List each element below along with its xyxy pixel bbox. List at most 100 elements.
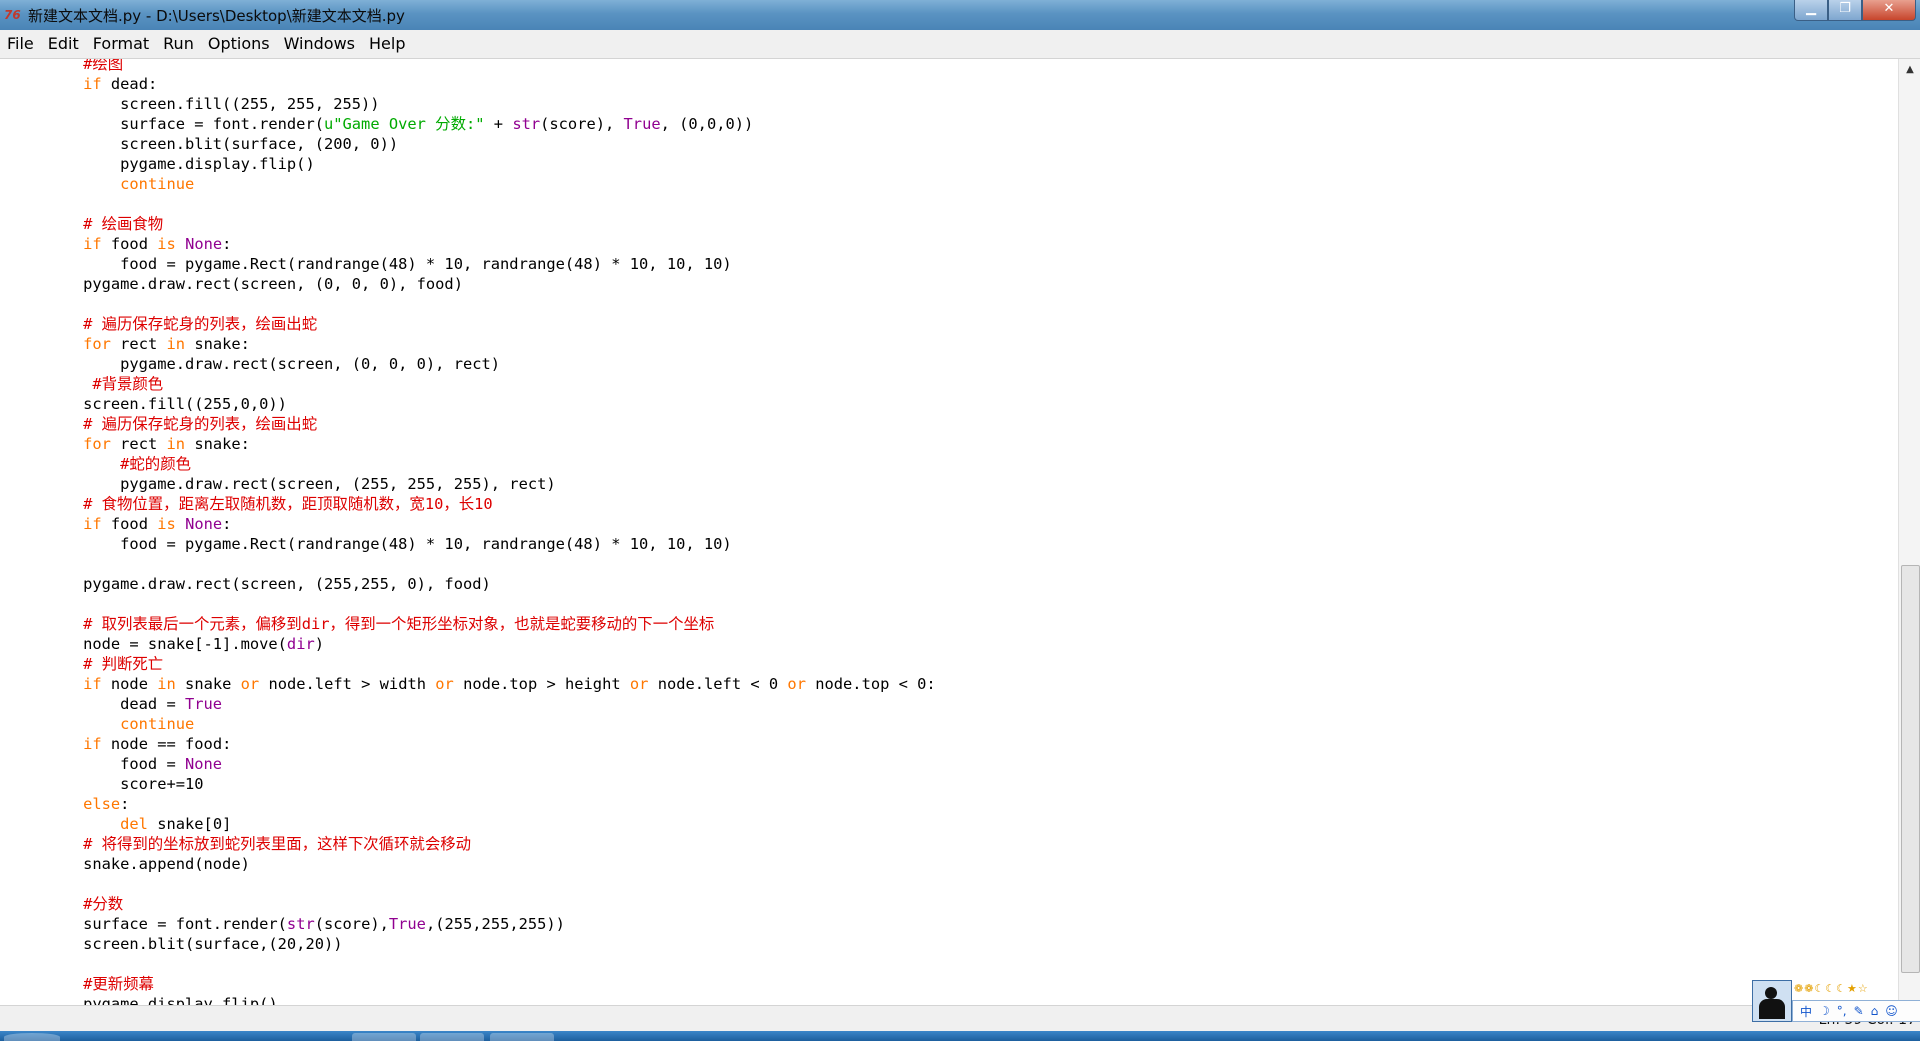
code-token: food	[101, 235, 158, 253]
ime-chinese-mode[interactable]: 中	[1800, 1003, 1812, 1020]
code-token: ,(255,255,255))	[425, 915, 565, 933]
smiley-icon[interactable]: ☺	[1885, 1004, 1898, 1018]
code-line: if food is None:	[46, 514, 936, 534]
vertical-scrollbar[interactable]: ▲	[1898, 59, 1920, 1005]
code-line: screen.fill((255, 255, 255))	[46, 94, 936, 114]
code-token: snake[0]	[147, 815, 232, 833]
menu-windows[interactable]: Windows	[277, 31, 362, 57]
menu-help[interactable]: Help	[362, 31, 412, 57]
close-button[interactable]: ✕	[1862, 0, 1916, 21]
code-line: surface = font.render(u"Game Over 分数:" +…	[46, 114, 936, 134]
code-line: # 食物位置，距离左取随机数，距顶取随机数，宽10，长10	[46, 494, 936, 514]
code-token: #蛇的颜色	[120, 455, 191, 473]
scroll-up-arrow-icon[interactable]: ▲	[1902, 61, 1918, 79]
menu-options[interactable]: Options	[201, 31, 277, 57]
code-token: pygame.display.flip()	[46, 155, 315, 173]
start-orb[interactable]	[4, 1033, 60, 1041]
ime-toolbar[interactable]: ❁❁☾☾☾★☆ 中 ☽ °, ✎ ⌂ ☺	[1752, 980, 1920, 1022]
code-token: node.top > height	[453, 675, 630, 693]
menu-bar: File Edit Format Run Options Windows Hel…	[0, 30, 1920, 59]
taskbar-app-1[interactable]	[352, 1033, 416, 1041]
code-token: #绘图	[83, 59, 124, 73]
minimize-button[interactable]: ▁	[1794, 0, 1828, 21]
code-token: node == food:	[101, 735, 232, 753]
taskbar-app-2[interactable]	[420, 1033, 484, 1041]
code-line: # 将得到的坐标放到蛇列表里面，这样下次循环就会移动	[46, 834, 936, 854]
code-token: (score),	[540, 115, 624, 133]
code-token: (score),	[314, 915, 389, 933]
idle-icon: 76	[4, 8, 21, 22]
code-token: u"Game Over 分数:"	[323, 115, 485, 133]
code-line: pygame.draw.rect(screen, (255,255, 0), f…	[46, 574, 936, 594]
code-token: # 将得到的坐标放到蛇列表里面，这样下次循环就会移动	[83, 835, 471, 853]
code-token: surface = font.render(	[46, 115, 324, 133]
ime-bar[interactable]: 中 ☽ °, ✎ ⌂ ☺	[1792, 1000, 1920, 1022]
code-token: pygame.draw.rect(screen, (255, 255, 255)…	[46, 475, 556, 493]
code-token: node	[101, 675, 158, 693]
title-bar: 76 新建文本文档.py - D:\Users\Desktop\新建文本文档.p…	[0, 0, 1920, 30]
softkeyboard-icon[interactable]: ⌂	[1871, 1004, 1879, 1018]
code-token: True	[623, 115, 661, 133]
menu-edit[interactable]: Edit	[41, 31, 86, 57]
code-line: screen.blit(surface, (200, 0))	[46, 134, 936, 154]
moon-icon[interactable]: ☽	[1819, 1004, 1830, 1018]
code-line: continue	[46, 714, 936, 734]
code-token: surface = font.render(	[46, 915, 287, 933]
code-token: dir	[286, 635, 315, 653]
ime-status-icons: ❁❁☾☾☾★☆	[1794, 982, 1869, 995]
menu-run[interactable]: Run	[156, 31, 201, 57]
code-line: node = snake[-1].move(dir)	[46, 634, 936, 654]
code-token: rect	[110, 435, 167, 453]
taskbar	[0, 1031, 1920, 1041]
code-editor[interactable]: #绘图 if dead: screen.fill((255, 255, 255)…	[0, 59, 1898, 1005]
code-token: #背景颜色	[92, 375, 164, 393]
maximize-button[interactable]: ❐	[1828, 0, 1862, 21]
code-token: food	[101, 515, 158, 533]
code-token: :	[222, 515, 232, 533]
code-token: snake:	[185, 435, 250, 453]
code-token: in	[157, 675, 176, 693]
code-token: str	[512, 115, 541, 133]
code-token: if	[83, 75, 102, 93]
menu-file[interactable]: File	[0, 31, 41, 57]
code-token: in	[166, 335, 186, 353]
code-line: pygame.draw.rect(screen, (255, 255, 255)…	[46, 474, 936, 494]
user-avatar[interactable]	[1752, 980, 1792, 1022]
punctuation-icon[interactable]: °,	[1837, 1004, 1847, 1018]
taskbar-app-3[interactable]	[490, 1033, 554, 1041]
code-token: rect	[110, 335, 167, 353]
code-line: pygame.display.flip()	[46, 994, 936, 1005]
code-token: or	[240, 675, 260, 693]
code-token: for	[83, 335, 111, 353]
code-token: snake:	[185, 335, 250, 353]
tool-icon[interactable]: ✎	[1854, 1004, 1864, 1018]
code-token: or	[629, 675, 649, 693]
code-token: node.left < 0	[648, 675, 788, 693]
code-token: or	[787, 675, 806, 693]
code-line: snake.append(node)	[46, 854, 936, 874]
code-line: continue	[46, 174, 936, 194]
code-line: pygame.draw.rect(screen, (0, 0, 0), rect…	[46, 354, 936, 374]
code-token: score+=10	[46, 775, 204, 793]
code-line: #背景颜色	[46, 374, 936, 394]
menu-format[interactable]: Format	[86, 31, 156, 57]
scroll-thumb[interactable]	[1901, 565, 1920, 973]
code-token: is	[157, 515, 176, 533]
code-line: for rect in snake:	[46, 334, 936, 354]
